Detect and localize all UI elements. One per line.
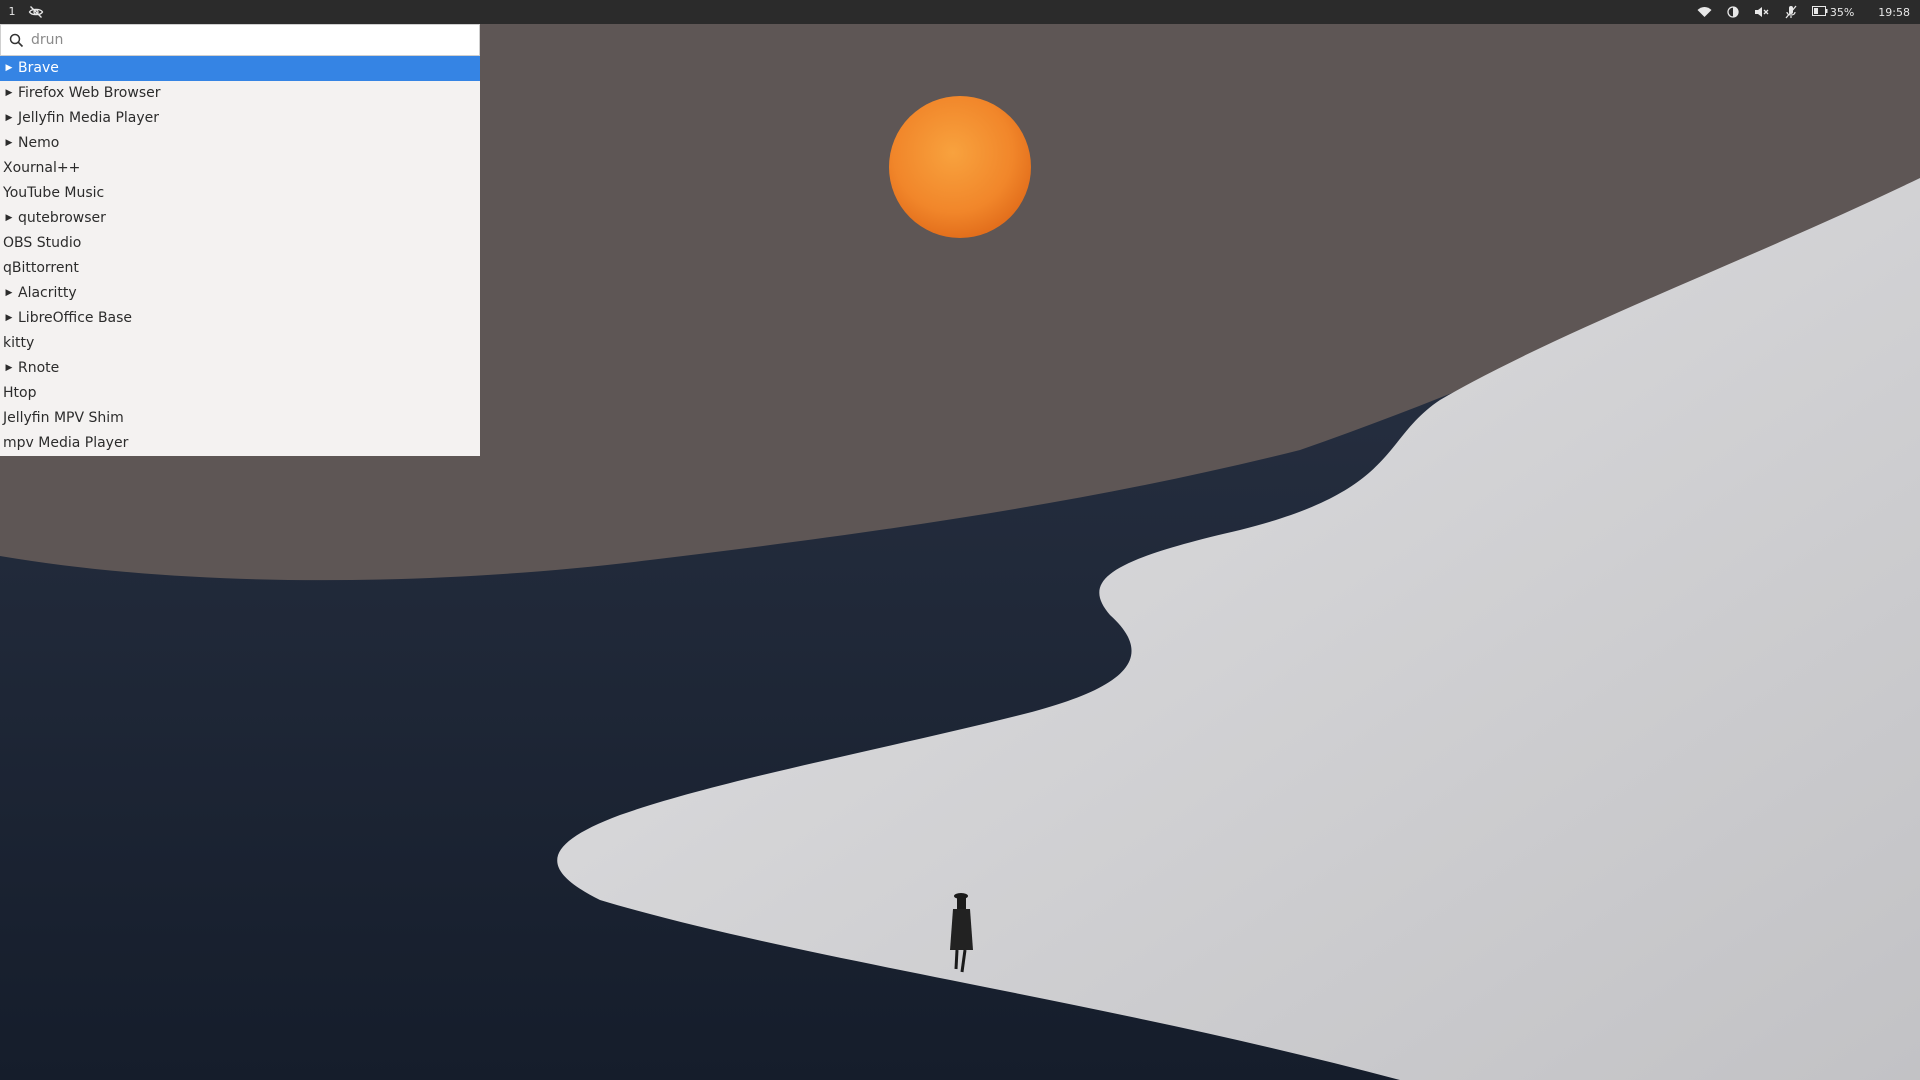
list-item[interactable]: ▶ Brave [0, 56, 480, 81]
list-item-label: Xournal++ [3, 160, 81, 176]
battery-percentage: 35% [1829, 5, 1855, 19]
search-icon [1, 33, 31, 48]
list-item[interactable]: Xournal++ [0, 156, 480, 181]
list-item[interactable]: ▶ Rnote [0, 356, 480, 381]
night-light-icon[interactable] [1719, 0, 1748, 24]
list-item-label: Brave [18, 60, 59, 76]
list-item[interactable]: ▶ Nemo [0, 131, 480, 156]
list-item-label: qBittorrent [3, 260, 79, 276]
list-item[interactable]: Htop [0, 381, 480, 406]
launcher-search-bar [0, 24, 480, 56]
list-item[interactable]: ▶ Alacritty [0, 281, 480, 306]
list-item[interactable]: qBittorrent [0, 256, 480, 281]
moon [889, 96, 1031, 238]
list-item[interactable]: ▶ qutebrowser [0, 206, 480, 231]
list-item-label: YouTube Music [3, 185, 105, 201]
expand-arrow-icon[interactable]: ▶ [0, 306, 18, 331]
top-bar: 1 35% 19:58 [0, 0, 1920, 24]
volume-muted-icon[interactable] [1748, 0, 1777, 24]
wifi-icon[interactable] [1690, 0, 1719, 24]
battery-indicator[interactable]: 35% [1806, 5, 1864, 19]
list-item-label: Nemo [18, 135, 60, 151]
list-item-label: Jellyfin MPV Shim [3, 410, 124, 426]
list-item[interactable]: YouTube Music [0, 181, 480, 206]
list-item-label: qutebrowser [18, 210, 106, 226]
list-item[interactable]: ▶ Jellyfin Media Player [0, 106, 480, 131]
mic-muted-icon[interactable] [1777, 0, 1806, 24]
eye-slash-icon[interactable] [24, 0, 48, 24]
expand-arrow-icon[interactable]: ▶ [0, 356, 18, 381]
list-item[interactable]: ▶ Firefox Web Browser [0, 81, 480, 106]
battery-icon [1811, 5, 1828, 19]
expand-arrow-icon[interactable]: ▶ [0, 131, 18, 156]
list-item-label: Htop [3, 385, 37, 401]
expand-arrow-icon[interactable]: ▶ [0, 206, 18, 231]
list-item-label: Firefox Web Browser [18, 85, 161, 101]
expand-arrow-icon[interactable]: ▶ [0, 106, 18, 131]
workspace-indicator[interactable]: 1 [0, 0, 24, 24]
list-item-label: Rnote [18, 360, 60, 376]
list-item[interactable]: Jellyfin MPV Shim [0, 406, 480, 431]
list-item[interactable]: kitty [0, 331, 480, 356]
clock[interactable]: 19:58 [1864, 6, 1916, 19]
list-item[interactable]: OBS Studio [0, 231, 480, 256]
list-item-label: Jellyfin Media Player [18, 110, 160, 126]
expand-arrow-icon[interactable]: ▶ [0, 281, 18, 306]
list-item[interactable]: ▶ LibreOffice Base [0, 306, 480, 331]
list-item-label: mpv Media Player [3, 435, 129, 451]
list-item-label: kitty [3, 335, 35, 351]
launcher-results-list: ▶ Brave ▶ Firefox Web Browser ▶ Jellyfin Medi… [0, 56, 480, 456]
expand-arrow-icon[interactable]: ▶ [0, 56, 18, 81]
launcher-search-input[interactable] [31, 32, 451, 48]
list-item-label: Alacritty [18, 285, 77, 301]
list-item[interactable]: mpv Media Player [0, 431, 480, 456]
expand-arrow-icon[interactable]: ▶ [0, 81, 18, 106]
list-item-label: OBS Studio [3, 235, 82, 251]
app-launcher: ▶Brave▶Firefox Web Browser▶Jellyfin Medi… [0, 24, 480, 456]
list-item-label: LibreOffice Base [18, 310, 133, 326]
